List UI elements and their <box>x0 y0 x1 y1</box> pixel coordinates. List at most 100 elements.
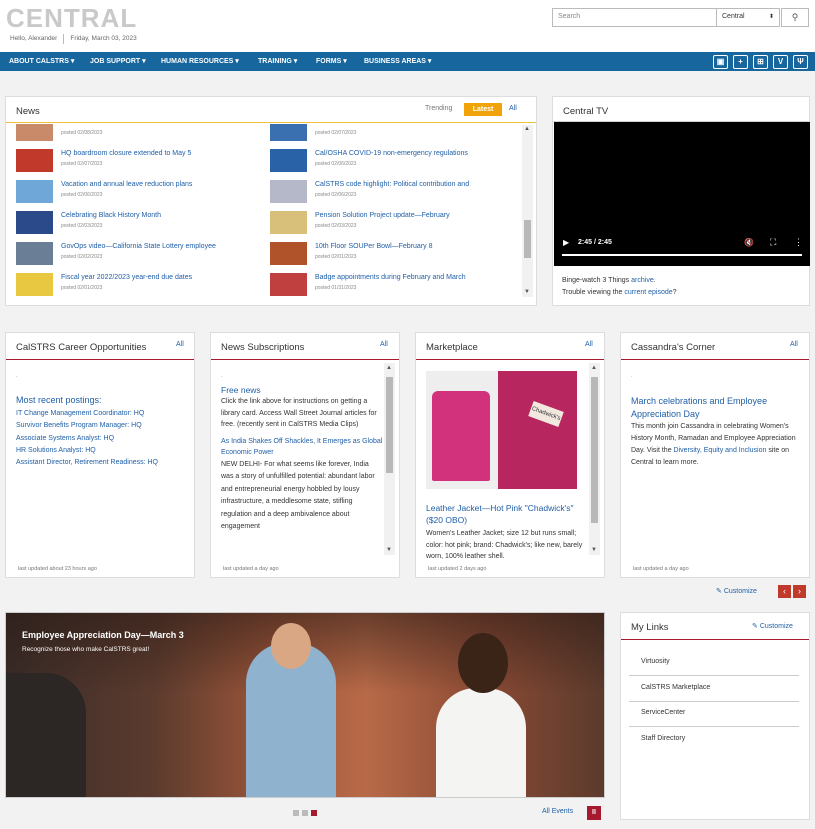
video-progress[interactable] <box>562 254 802 256</box>
news-thumbnail[interactable] <box>270 180 307 203</box>
my-link-item[interactable]: Staff Directory <box>641 735 685 742</box>
news-item[interactable]: posted 02/07/2023 <box>270 124 500 142</box>
news-item[interactable]: GovOps video—California State Lottery em… <box>16 240 246 266</box>
scroll-thumb[interactable] <box>524 220 531 258</box>
career-posting-link[interactable]: Survivor Benefits Program Manager: HQ <box>16 420 191 432</box>
carousel-dot-3[interactable] <box>311 810 317 816</box>
dei-link[interactable]: Diversity, Equity and Inclusion <box>674 447 767 454</box>
news-item[interactable]: Pension Solution Project update—February… <box>270 209 500 235</box>
news-thumbnail[interactable] <box>270 242 307 265</box>
carousel-dot-2[interactable] <box>302 810 308 816</box>
scroll-up-icon[interactable]: ▲ <box>386 365 392 371</box>
scroll-down-icon[interactable]: ▼ <box>386 547 392 553</box>
nav-business-areas[interactable]: BUSINESS AREAS ▾ <box>364 52 431 71</box>
carousel-dot-1[interactable] <box>293 810 299 816</box>
news-item-title[interactable]: GovOps video—California State Lottery em… <box>61 243 216 250</box>
scroll-up-icon[interactable]: ▲ <box>591 365 597 371</box>
search-button[interactable]: ⚲ <box>781 8 809 27</box>
nav-human-resources[interactable]: HUMAN RESOURCES ▾ <box>161 52 239 71</box>
mylinks-customize[interactable]: ✎ Customize <box>752 622 793 630</box>
next-arrow-icon[interactable]: › <box>793 585 806 598</box>
news-item[interactable]: Vacation and annual leave reduction plan… <box>16 178 246 204</box>
news-thumbnail[interactable] <box>16 273 53 296</box>
news-thumbnail[interactable] <box>270 149 307 172</box>
jacket-image[interactable]: Chadwick's <box>426 371 577 489</box>
career-posting-link[interactable]: Associate Systems Analyst: HQ <box>16 433 191 445</box>
search-scope-select[interactable]: Central ⬍ <box>716 8 780 27</box>
search-input[interactable]: Search <box>552 8 717 27</box>
fullscreen-icon[interactable]: ⛶ <box>770 237 776 248</box>
news-thumbnail[interactable] <box>270 273 307 296</box>
career-all-link[interactable]: All <box>176 341 184 348</box>
customize-link[interactable]: ✎ Customize <box>716 587 757 595</box>
news-item-title[interactable]: 10th Floor SOUPer Bowl—February 8 <box>315 243 433 250</box>
news-item-title[interactable]: Badge appointments during February and M… <box>315 274 466 281</box>
utensils-icon[interactable]: Ψ <box>793 55 808 69</box>
scroll-down-icon[interactable]: ▼ <box>524 289 530 295</box>
nav-about-calstrs[interactable]: ABOUT CALSTRS ▾ <box>9 52 74 71</box>
news-item[interactable]: HQ boardroom closure extended to May 5 po… <box>16 147 246 173</box>
all-events-link[interactable]: All Events <box>542 808 573 815</box>
news-item[interactable]: posted 02/08/2023 <box>16 124 246 142</box>
subs-all-link[interactable]: All <box>380 341 388 348</box>
market-item-link[interactable]: Leather Jacket—Hot Pink "Chadwick's"($20… <box>426 502 584 526</box>
nav-forms[interactable]: FORMS ▾ <box>316 52 347 71</box>
tab-all[interactable]: All <box>509 105 517 112</box>
free-news-link[interactable]: Free news <box>221 385 383 395</box>
tab-trending[interactable]: Trending <box>425 105 452 112</box>
nav-job-support[interactable]: JOB SUPPORT ▾ <box>90 52 146 71</box>
logo[interactable]: CENTRAL <box>6 3 137 34</box>
news-item[interactable]: Badge appointments during February and M… <box>270 271 500 297</box>
scroll-thumb[interactable] <box>386 377 393 473</box>
my-link-item[interactable]: CalSTRS Marketplace <box>641 684 710 691</box>
video-player[interactable]: ▶ 2:45 / 2:45 🔇 ⛶ ⋮ <box>554 122 810 266</box>
my-link-item[interactable]: Virtuosity <box>641 658 670 665</box>
current-episode-link[interactable]: current episode <box>624 289 672 296</box>
news-thumbnail[interactable] <box>270 211 307 234</box>
archive-link[interactable]: archive <box>631 277 654 284</box>
screen-icon[interactable]: ▣ <box>713 55 728 69</box>
tab-latest[interactable]: Latest <box>464 103 502 116</box>
pause-icon[interactable]: II <box>587 806 601 820</box>
news-item-title[interactable]: Vacation and annual leave reduction plan… <box>61 181 192 188</box>
news-thumbnail[interactable] <box>16 180 53 203</box>
subs-article-link[interactable]: As India Shakes Off Shackles, It Emerges… <box>221 436 383 459</box>
prev-arrow-icon[interactable]: ‹ <box>778 585 791 598</box>
news-thumbnail[interactable] <box>16 124 53 141</box>
org-chart-icon[interactable]: ⊞ <box>753 55 768 69</box>
news-scrollbar[interactable]: ▲ ▼ <box>522 125 533 297</box>
news-item[interactable]: Celebrating Black History Month posted 02… <box>16 209 246 235</box>
career-posting-link[interactable]: Assistant Director, Retirement Readiness… <box>16 457 191 469</box>
news-thumbnail[interactable] <box>16 242 53 265</box>
news-item-title[interactable]: HQ boardroom closure extended to May 5 <box>61 150 191 157</box>
news-item[interactable]: 10th Floor SOUPer Bowl—February 8 posted … <box>270 240 500 266</box>
scroll-up-icon[interactable]: ▲ <box>524 126 530 132</box>
news-item[interactable]: CalSTRS code highlight: Political contri… <box>270 178 500 204</box>
news-item-title[interactable]: Fiscal year 2022/2023 year-end due dates <box>61 274 192 281</box>
news-item-title[interactable]: CalSTRS code highlight: Political contri… <box>315 181 469 188</box>
my-link-item[interactable]: ServiceCenter <box>641 709 685 716</box>
hero-banner[interactable]: Employee Appreciation Day—March 3 Recogn… <box>5 612 605 798</box>
news-item-title[interactable]: Pension Solution Project update—February <box>315 212 450 219</box>
career-posting-link[interactable]: HR Solutions Analyst: HQ <box>16 445 191 457</box>
plus-box-icon[interactable]: + <box>733 55 748 69</box>
mute-icon[interactable]: 🔇 <box>744 238 754 247</box>
cass-all-link[interactable]: All <box>790 341 798 348</box>
news-thumbnail[interactable] <box>16 149 53 172</box>
career-posting-link[interactable]: IT Change Management Coordinator: HQ <box>16 408 191 420</box>
market-scrollbar[interactable]: ▲ ▼ <box>589 363 600 555</box>
v-icon[interactable]: V <box>773 55 788 69</box>
market-all-link[interactable]: All <box>585 341 593 348</box>
news-item-title[interactable]: Celebrating Black History Month <box>61 212 161 219</box>
play-icon[interactable]: ▶ <box>563 238 569 247</box>
scroll-thumb[interactable] <box>591 377 598 523</box>
nav-training[interactable]: TRAINING ▾ <box>258 52 297 71</box>
scroll-down-icon[interactable]: ▼ <box>591 547 597 553</box>
more-icon[interactable]: ⋮ <box>794 237 803 248</box>
news-thumbnail[interactable] <box>16 211 53 234</box>
news-thumbnail[interactable] <box>270 124 307 141</box>
cass-heading[interactable]: March celebrations and Employee Apprecia… <box>631 395 803 420</box>
news-item[interactable]: Fiscal year 2022/2023 year-end due dates… <box>16 271 246 297</box>
news-item[interactable]: Cal/OSHA COVID-19 non-emergency regulati… <box>270 147 500 173</box>
subs-scrollbar[interactable]: ▲ ▼ <box>384 363 395 555</box>
